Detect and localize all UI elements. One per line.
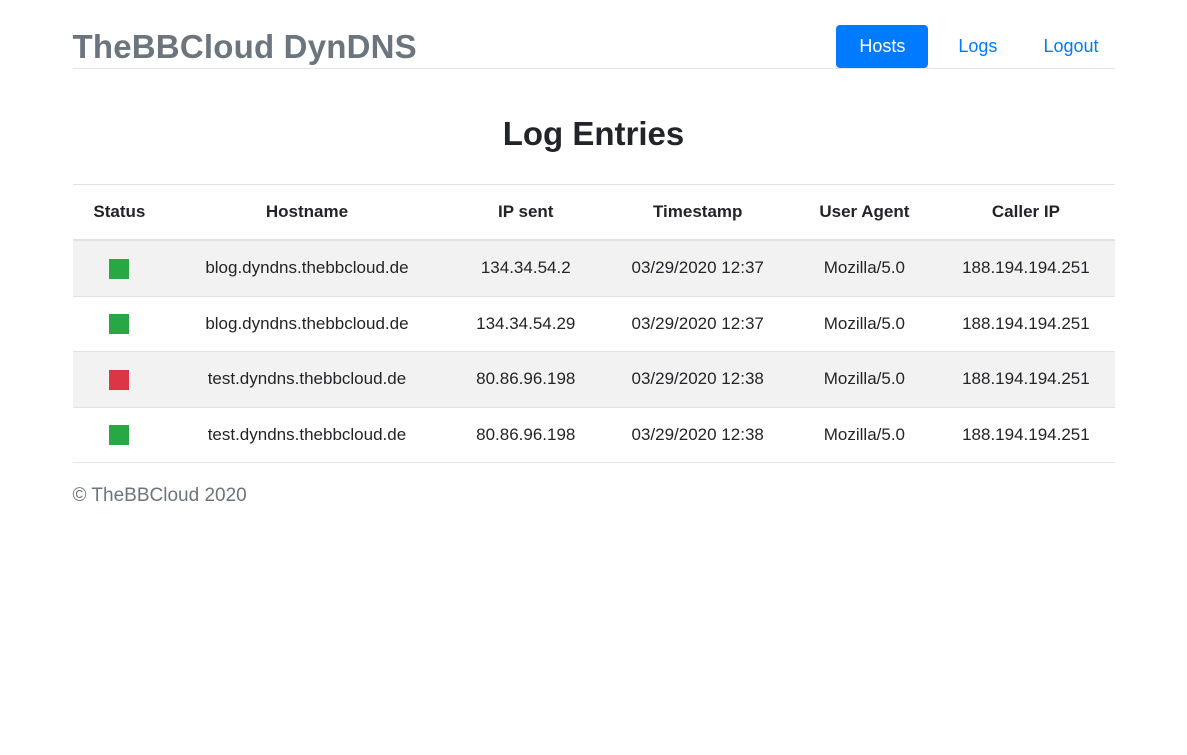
nav-item-logs[interactable]: Logs <box>942 25 1013 68</box>
ip-sent-cell: 134.34.54.29 <box>448 296 604 352</box>
status-success-icon <box>109 314 129 334</box>
table-header-row: StatusHostnameIP sentTimestampUser Agent… <box>73 185 1115 241</box>
hostname-cell: blog.dyndns.thebbcloud.de <box>166 240 447 296</box>
page-container: TheBBCloud DynDNS Hosts Logs Logout Log En… <box>73 0 1115 507</box>
timestamp-cell: 03/29/2020 12:37 <box>604 296 792 352</box>
table-body: blog.dyndns.thebbcloud.de134.34.54.203/2… <box>73 240 1115 462</box>
column-header-hostname: Hostname <box>166 185 447 241</box>
user-agent-cell: Mozilla/5.0 <box>791 296 937 352</box>
table-row: test.dyndns.thebbcloud.de80.86.96.19803/… <box>73 407 1115 462</box>
status-error-icon <box>109 370 129 390</box>
column-header-caller-ip: Caller IP <box>937 185 1114 241</box>
status-cell <box>73 407 167 462</box>
site-footer: © TheBBCloud 2020 <box>73 485 1115 507</box>
hostname-cell: blog.dyndns.thebbcloud.de <box>166 296 447 352</box>
hostname-cell: test.dyndns.thebbcloud.de <box>166 352 447 408</box>
ip-sent-cell: 80.86.96.198 <box>448 352 604 408</box>
caller-ip-cell: 188.194.194.251 <box>937 407 1114 462</box>
log-entries-table: StatusHostnameIP sentTimestampUser Agent… <box>73 184 1115 462</box>
column-header-timestamp: Timestamp <box>604 185 792 241</box>
caller-ip-cell: 188.194.194.251 <box>937 296 1114 352</box>
table-row: test.dyndns.thebbcloud.de80.86.96.19803/… <box>73 352 1115 408</box>
ip-sent-cell: 134.34.54.2 <box>448 240 604 296</box>
column-header-user-agent: User Agent <box>791 185 937 241</box>
nav-item-hosts[interactable]: Hosts <box>836 25 928 68</box>
user-agent-cell: Mozilla/5.0 <box>791 407 937 462</box>
caller-ip-cell: 188.194.194.251 <box>937 240 1114 296</box>
copyright-text: © TheBBCloud 2020 <box>73 485 247 506</box>
page-title: Log Entries <box>73 115 1115 153</box>
caller-ip-cell: 188.194.194.251 <box>937 352 1114 408</box>
main-nav: Hosts Logs Logout <box>822 25 1114 68</box>
nav-item-logout[interactable]: Logout <box>1027 25 1114 68</box>
status-success-icon <box>109 425 129 445</box>
column-header-ip-sent: IP sent <box>448 185 604 241</box>
status-cell <box>73 240 167 296</box>
table-row: blog.dyndns.thebbcloud.de134.34.54.203/2… <box>73 240 1115 296</box>
site-header: TheBBCloud DynDNS Hosts Logs Logout <box>73 0 1115 68</box>
app-title: TheBBCloud DynDNS <box>73 28 417 66</box>
status-success-icon <box>109 259 129 279</box>
user-agent-cell: Mozilla/5.0 <box>791 352 937 408</box>
column-header-status: Status <box>73 185 167 241</box>
timestamp-cell: 03/29/2020 12:38 <box>604 407 792 462</box>
header-divider <box>73 68 1115 69</box>
timestamp-cell: 03/29/2020 12:37 <box>604 240 792 296</box>
status-cell <box>73 352 167 408</box>
timestamp-cell: 03/29/2020 12:38 <box>604 352 792 408</box>
hostname-cell: test.dyndns.thebbcloud.de <box>166 407 447 462</box>
main-content: Log Entries StatusHostnameIP sentTimesta… <box>73 115 1115 462</box>
table-row: blog.dyndns.thebbcloud.de134.34.54.2903/… <box>73 296 1115 352</box>
status-cell <box>73 296 167 352</box>
footer-divider <box>73 462 1115 463</box>
ip-sent-cell: 80.86.96.198 <box>448 407 604 462</box>
user-agent-cell: Mozilla/5.0 <box>791 240 937 296</box>
table-header: StatusHostnameIP sentTimestampUser Agent… <box>73 185 1115 241</box>
